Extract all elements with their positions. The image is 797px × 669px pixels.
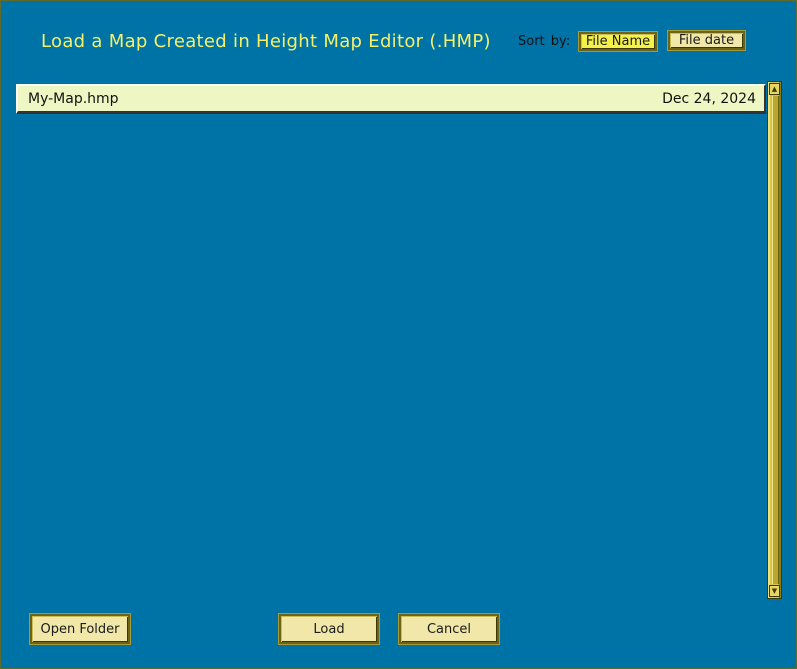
scrollbar-track[interactable] <box>772 96 779 584</box>
file-list-row[interactable]: My-Map.hmp Dec 24, 2024 <box>16 84 766 114</box>
load-button[interactable]: Load <box>279 614 379 644</box>
sort-by-label: Sort by: <box>518 34 571 49</box>
file-list: My-Map.hmp Dec 24, 2024 <box>16 81 766 597</box>
file-list-scrollbar[interactable]: ▲ ▼ <box>767 81 782 599</box>
up-arrow-icon[interactable]: ▲ <box>769 83 780 95</box>
sort-by-file-date-button[interactable]: File date <box>668 31 745 50</box>
file-date: Dec 24, 2024 <box>662 90 756 107</box>
load-map-dialog: Load a Map Created in Height Map Editor … <box>0 0 797 669</box>
sort-by-file-name-button[interactable]: File Name <box>579 32 657 51</box>
open-folder-button[interactable]: Open Folder <box>30 614 130 644</box>
dialog-title: Load a Map Created in Height Map Editor … <box>41 31 491 52</box>
file-name: My-Map.hmp <box>28 90 119 107</box>
down-arrow-icon[interactable]: ▼ <box>769 585 780 597</box>
cancel-button[interactable]: Cancel <box>399 614 499 644</box>
